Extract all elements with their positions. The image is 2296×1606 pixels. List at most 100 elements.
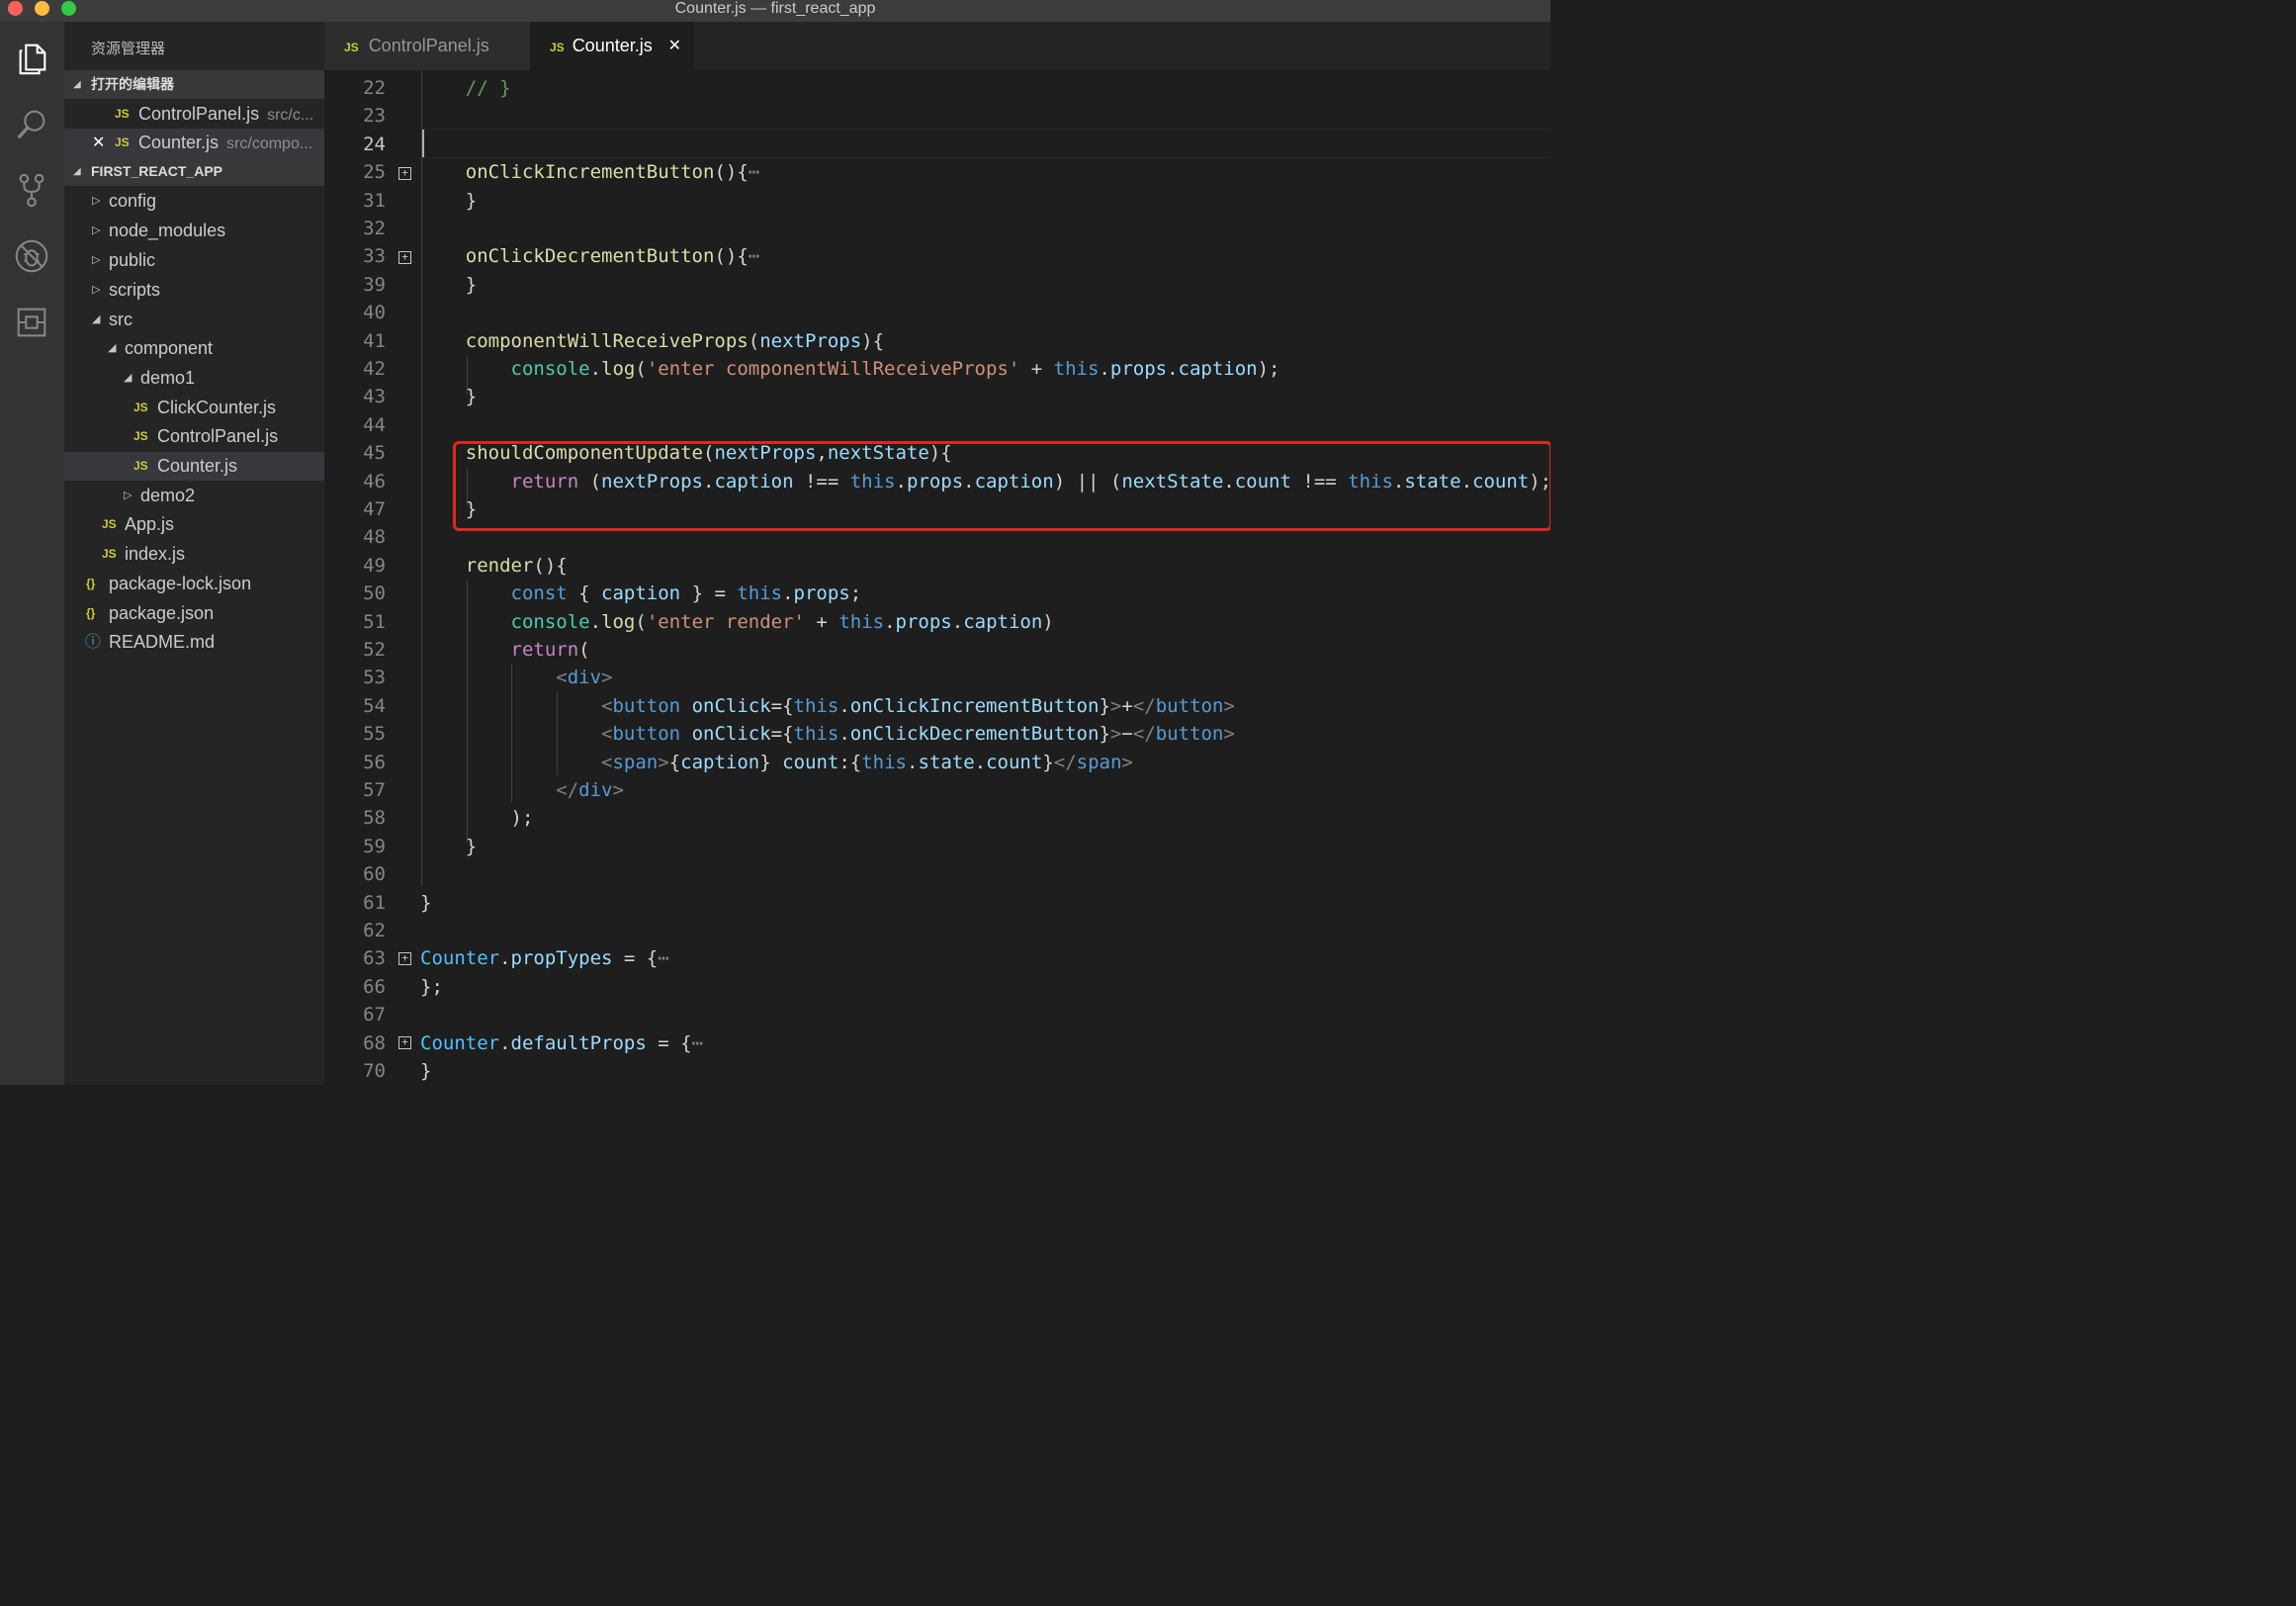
tree-folder-node-modules[interactable]: ▷ node_modules: [64, 217, 324, 245]
code-line: }: [420, 835, 478, 857]
close-icon[interactable]: ✕: [92, 129, 105, 157]
extensions-icon[interactable]: [10, 301, 53, 344]
open-editors-label: 打开的编辑器: [91, 76, 174, 92]
line-number: 45: [363, 442, 386, 465]
fold-expand-icon[interactable]: +: [398, 1036, 411, 1049]
tree-file-app[interactable]: JS App.js: [64, 510, 324, 539]
search-icon[interactable]: [10, 103, 53, 146]
tree-label: README.md: [109, 632, 216, 652]
code-line: <button onClick={this.onClickIncrementBu…: [601, 694, 1235, 717]
line-number: 50: [363, 582, 386, 605]
file-path: src/compo...: [226, 135, 313, 152]
fold-expand-icon[interactable]: +: [398, 251, 411, 264]
code-line: );: [420, 807, 534, 830]
line-number: 33: [363, 245, 386, 268]
code-line: </div>: [556, 779, 624, 801]
code-line: }: [420, 386, 478, 408]
line-number: 46: [363, 470, 386, 492]
code-line: render(){: [465, 554, 568, 577]
line-number: 58: [363, 807, 386, 830]
line-number: 67: [363, 1004, 386, 1026]
line-number: 25: [363, 161, 386, 184]
tree-label: scripts: [109, 280, 161, 300]
js-file-icon: JS: [344, 41, 359, 54]
tree-file-index[interactable]: JS index.js: [64, 540, 324, 569]
tree-file-clickcounter[interactable]: JS ClickCounter.js: [64, 394, 324, 422]
tree-folder-demo2[interactable]: ▷ demo2: [64, 482, 324, 510]
line-number: 22: [363, 77, 386, 99]
chevron-down-icon: ◢: [92, 313, 101, 325]
line-number: 42: [363, 358, 386, 380]
file-name: ControlPanel.js: [138, 104, 260, 124]
line-number: 48: [363, 526, 386, 549]
info-icon: ⓘ: [85, 634, 102, 651]
tree-label: ControlPanel.js: [157, 426, 279, 446]
files-icon[interactable]: [10, 37, 53, 80]
tree-folder-demo1[interactable]: ◢ demo1: [64, 364, 324, 393]
line-number: 31: [363, 189, 386, 212]
chevron-down-icon: ◢: [73, 166, 81, 177]
text-cursor: [422, 130, 424, 157]
code-line: }: [420, 189, 478, 212]
tree-label: package-lock.json: [109, 574, 252, 593]
annotation-highlight-box: [453, 441, 1550, 531]
tree-label: component: [125, 338, 214, 358]
tree-folder-scripts[interactable]: ▷ scripts: [64, 276, 324, 305]
tree-file-controlpanel[interactable]: JS ControlPanel.js: [64, 422, 324, 451]
chevron-down-icon: ◢: [124, 372, 132, 384]
chevron-right-icon: ▷: [92, 284, 101, 296]
code-line: console.log('enter render' + this.props.…: [510, 610, 1054, 633]
line-number: 41: [363, 329, 386, 352]
fold-expand-icon[interactable]: +: [398, 952, 411, 965]
line-number: 63: [363, 947, 386, 970]
line-number: 24: [363, 133, 386, 155]
tree-file-package-lock[interactable]: {} package-lock.json: [64, 570, 324, 598]
open-editor-item[interactable]: JS ControlPanel.js src/c...: [64, 100, 324, 129]
line-number: 60: [363, 863, 386, 886]
tree-folder-src[interactable]: ◢ src: [64, 306, 324, 334]
code-line: Counter.defaultProps = {⋯: [420, 1031, 704, 1054]
project-header[interactable]: ◢ FIRST_REACT_APP: [64, 157, 324, 186]
line-number: 49: [363, 554, 386, 577]
activity-bar: [0, 22, 64, 1085]
fold-expand-icon[interactable]: +: [398, 167, 411, 180]
code-line: }: [420, 891, 432, 914]
json-file-icon: {}: [86, 606, 96, 620]
tree-file-readme[interactable]: ⓘ README.md: [64, 628, 324, 657]
line-number: 70: [363, 1060, 386, 1082]
current-line-highlight: [420, 129, 1550, 158]
js-file-icon: JS: [133, 459, 148, 473]
line-number: 68: [363, 1031, 386, 1054]
js-file-icon: JS: [115, 107, 130, 121]
tree-file-counter[interactable]: JS Counter.js: [64, 452, 324, 481]
tab-controlpanel[interactable]: JS ControlPanel.js: [324, 22, 530, 70]
chevron-right-icon: ▷: [124, 490, 132, 501]
open-editors-header[interactable]: ◢ 打开的编辑器: [64, 70, 324, 99]
chevron-down-icon: ◢: [73, 79, 81, 90]
tree-folder-component[interactable]: ◢ component: [64, 334, 324, 363]
editor-tab-bar: JS ControlPanel.js JS Counter.js ✕: [324, 22, 1550, 70]
debug-icon[interactable]: [10, 234, 53, 278]
code-line: };: [420, 975, 443, 998]
tree-label: node_modules: [109, 221, 226, 240]
tab-counter[interactable]: JS Counter.js ✕: [530, 22, 694, 70]
tree-label: config: [109, 191, 157, 211]
code-line: componentWillReceiveProps(nextProps){: [465, 329, 885, 352]
line-number: 55: [363, 723, 386, 746]
json-file-icon: {}: [86, 577, 96, 590]
tree-folder-public[interactable]: ▷ public: [64, 246, 324, 275]
code-line: <span>{caption} count:{this.state.count}…: [601, 751, 1133, 773]
source-control-icon[interactable]: [10, 168, 53, 212]
open-editor-item[interactable]: ✕ JS Counter.js src/compo...: [64, 129, 324, 157]
code-line: return(: [510, 639, 590, 661]
code-line: console.log('enter componentWillReceiveP…: [510, 358, 1280, 380]
code-line: onClickIncrementButton(){⋯: [465, 161, 760, 184]
tree-folder-config[interactable]: ▷ config: [64, 187, 324, 216]
code-editor[interactable]: 22 23 24 25 31 32 33 39 40 41 42 43 44 45 46 47 48 49 50 51…: [324, 70, 1550, 1085]
close-icon[interactable]: ✕: [668, 22, 681, 70]
tree-file-package[interactable]: {} package.json: [64, 599, 324, 628]
explorer-sidebar: 资源管理器 ◢ 打开的编辑器 JS ControlPanel.js src/c..…: [64, 22, 324, 1085]
chevron-right-icon: ▷: [92, 224, 101, 236]
line-number: 40: [363, 302, 386, 324]
js-file-icon: JS: [133, 401, 148, 414]
